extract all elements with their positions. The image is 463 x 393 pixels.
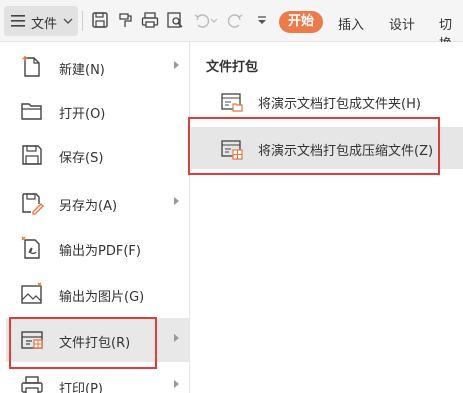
menu-item-label: 输出为PDF(F)	[59, 244, 141, 259]
file-menu-button[interactable]: 文件	[4, 6, 78, 36]
submenu-title: 文件打包	[206, 60, 259, 75]
undo-dropdown-icon[interactable]	[210, 11, 218, 29]
menu-item-export-pdf[interactable]: 输出为PDF(F)	[6, 226, 190, 270]
chevron-down-icon	[63, 15, 73, 29]
menu-item-open[interactable]: 打开(O)	[6, 89, 190, 133]
hamburger-icon	[11, 15, 25, 27]
quick-access-toolbar: 文件 开始 插入 设计 切换	[0, 0, 463, 52]
submenu-arrow-icon	[174, 380, 179, 388]
print-icon	[20, 374, 44, 393]
submenu-arrow-icon	[174, 334, 179, 342]
tab-design[interactable]: 设计	[389, 14, 415, 33]
submenu-item-package-folder[interactable]: 将演示文档打包成文件夹(H)	[191, 80, 463, 122]
submenu-item-label: 将演示文档打包成文件夹(H)	[258, 97, 421, 112]
menu-item-new[interactable]: 新建(N)	[6, 45, 190, 89]
save-icon[interactable]	[91, 11, 109, 29]
print-icon[interactable]	[141, 11, 159, 29]
menu-item-save-as[interactable]: 另存为(A)	[6, 181, 190, 225]
submenu-arrow-icon	[174, 61, 179, 69]
menu-item-label: 另存为(A)	[59, 199, 118, 214]
highlight-box-package-zip	[188, 117, 440, 175]
toolbar-divider	[82, 11, 83, 31]
tab-start[interactable]: 开始	[279, 11, 323, 33]
format-painter-icon[interactable]	[116, 11, 134, 29]
menu-item-label: 打印(P)	[59, 382, 103, 393]
save-icon	[20, 143, 44, 167]
package-submenu-panel: 文件打包 将演示文档打包成文件夹(H) 将演示文档打包成压缩文件(Z)	[191, 42, 463, 393]
print-preview-icon[interactable]	[166, 11, 184, 29]
menu-item-save[interactable]: 保存(S)	[6, 133, 190, 177]
open-folder-icon	[20, 99, 44, 123]
undo-icon[interactable]	[193, 11, 211, 29]
save-as-icon	[20, 191, 44, 215]
export-image-icon	[20, 282, 44, 306]
menu-item-export-image[interactable]: 输出为图片(G)	[6, 272, 190, 316]
file-menu-label: 文件	[31, 17, 58, 32]
menu-item-label: 保存(S)	[59, 151, 104, 166]
menu-item-label: 新建(N)	[59, 63, 105, 78]
export-pdf-icon	[20, 236, 44, 260]
tab-insert[interactable]: 插入	[338, 14, 364, 33]
menu-item-label: 打开(O)	[59, 107, 106, 122]
highlight-box-package	[9, 317, 157, 369]
package-folder-icon	[221, 91, 243, 113]
submenu-arrow-icon	[174, 197, 179, 205]
customize-toolbar-icon[interactable]	[253, 11, 271, 29]
redo-icon[interactable]	[226, 11, 244, 29]
new-file-icon	[20, 55, 44, 79]
menu-item-label: 输出为图片(G)	[59, 290, 145, 305]
